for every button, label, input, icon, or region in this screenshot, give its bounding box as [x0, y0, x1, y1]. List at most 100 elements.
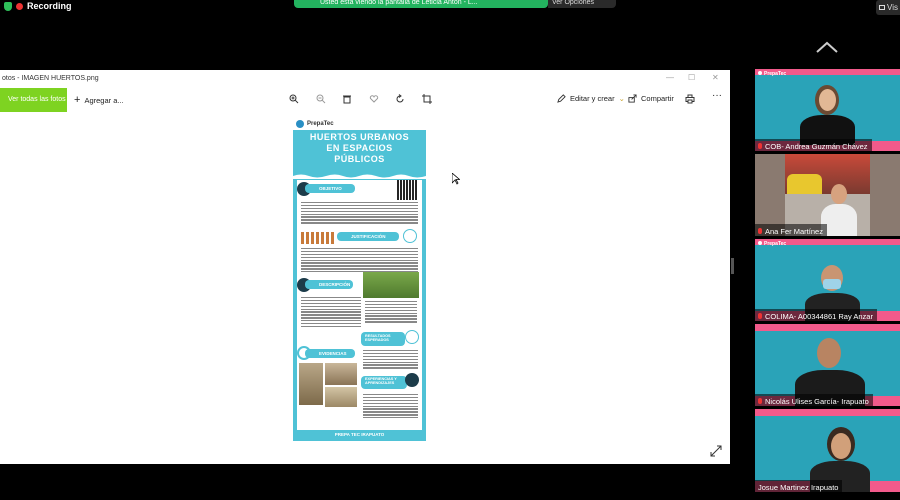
participant-name-tag: COLIMA- A00344861 Ray Anzar	[755, 309, 877, 321]
objetivo-text	[301, 202, 418, 225]
participant-tile[interactable]: Ana Fer Martínez	[755, 154, 900, 236]
zoom-top-bar: Recording Usted está viendo la pantalla …	[0, 0, 900, 15]
face-mask	[823, 279, 841, 289]
poster-title-line-1: HUERTOS URBANOS	[309, 132, 410, 142]
add-to-label: Agregar a...	[84, 95, 124, 105]
section-experiencias: EXPERIENCIAS Y APRENDIZAJES	[361, 376, 407, 389]
materials-list	[365, 301, 417, 324]
fullscreen-icon[interactable]	[710, 445, 722, 457]
security-shield-icon[interactable]	[4, 1, 12, 11]
resultados-text	[363, 350, 418, 370]
edit-create-label: Editar y crear	[570, 94, 615, 103]
panel-resize-handle[interactable]	[731, 258, 734, 274]
participant-name: Nicolás Ulises García- Irapuato	[765, 396, 869, 406]
evidence-photo-1	[299, 363, 323, 405]
minimize-icon[interactable]: —	[666, 73, 674, 82]
viewer-toolbar: Ver todas las fotos + Agregar a... Edita…	[0, 86, 730, 112]
zoom-out-icon[interactable]	[316, 94, 326, 104]
close-icon[interactable]: ✕	[712, 73, 719, 82]
book-icon	[405, 373, 419, 387]
tile-brand: PrepaTec	[758, 241, 786, 247]
view-options-button[interactable]: Ver Opciones	[548, 0, 616, 8]
participant-name: Ana Fer Martínez	[765, 226, 823, 236]
participant-name: Josue Martinez Irapuato	[758, 482, 839, 492]
participant-name-tag: Ana Fer Martínez	[755, 224, 827, 236]
participant-face	[817, 338, 841, 368]
checklist-icon	[403, 229, 417, 243]
view-grid-icon	[879, 5, 885, 10]
brand-logo-icon	[758, 71, 762, 75]
add-to-button[interactable]: + Agregar a...	[74, 94, 124, 106]
participant-name-tag: Josue Martinez Irapuato	[755, 480, 843, 492]
muted-mic-icon	[758, 143, 762, 149]
see-all-photos-button[interactable]: Ver todas las fotos	[0, 88, 67, 112]
crop-icon[interactable]	[422, 94, 432, 104]
experiencias-text	[363, 394, 418, 420]
poster-title: HUERTOS URBANOS EN ESPACIOS PÚBLICOS	[293, 132, 426, 165]
edit-create-button[interactable]: Editar y crear ⌄	[557, 94, 625, 103]
poster-title-line-2: EN ESPACIOS	[326, 143, 393, 153]
participant-tile[interactable]: PrepaTec COB- Andrea Guzmán Chávez	[755, 69, 900, 151]
tile-brand-label: PrepaTec	[764, 241, 787, 247]
participant-name-tag: Nicolás Ulises García- Irapuato	[755, 394, 873, 406]
evidence-photo-2	[325, 363, 357, 385]
prepatec-logo-icon	[296, 120, 304, 128]
chevron-down-icon: ⌄	[618, 94, 625, 103]
participant-face	[831, 433, 851, 459]
favorite-heart-icon[interactable]	[369, 94, 379, 104]
tile-brand-label: PrepaTec	[764, 71, 787, 77]
chevron-up-icon[interactable]	[815, 40, 839, 54]
maximize-icon[interactable]: ☐	[688, 73, 695, 82]
edit-pencil-icon	[557, 94, 566, 103]
section-resultados: RESULTADOS ESPERADOS	[361, 332, 405, 346]
photo-viewer-window: otos - IMAGEN HUERTOS.png — ☐ ✕ Ver toda…	[0, 70, 730, 464]
section-evidencias: EVIDENCIAS	[305, 349, 355, 358]
mouse-cursor-icon	[452, 173, 460, 185]
recording-dot-icon	[16, 2, 23, 10]
print-icon[interactable]	[685, 94, 695, 104]
participant-tile-active-speaker[interactable]: Josue Martinez Irapuato	[755, 409, 900, 492]
justificacion-text	[301, 248, 418, 274]
zoom-in-icon[interactable]	[289, 94, 299, 104]
delete-icon[interactable]	[342, 94, 352, 104]
seedlings-image	[301, 232, 335, 244]
tile-brand: PrepaTec	[758, 71, 786, 77]
section-justificacion: JUSTIFICACIÓN	[337, 232, 399, 241]
poster-body: OBJETIVO JUSTIFICACIÓN DESCRIPCIÓN RESUL…	[297, 180, 422, 430]
view-toggle-button[interactable]: Vis	[876, 0, 900, 15]
muted-mic-icon	[758, 313, 762, 319]
plus-icon: +	[74, 94, 81, 106]
muted-mic-icon	[758, 398, 762, 404]
participant-name-tag: COB- Andrea Guzmán Chávez	[755, 139, 872, 151]
recording-indicator[interactable]: Recording	[4, 1, 72, 11]
participant-tile[interactable]: Nicolás Ulises García- Irapuato	[755, 324, 900, 406]
wave-divider	[293, 174, 426, 179]
share-icon	[628, 94, 637, 103]
evidence-photo-3	[325, 387, 357, 407]
infographic-image: PrepaTec HUERTOS URBANOS EN ESPACIOS PÚB…	[293, 118, 426, 441]
participant-face	[819, 89, 836, 111]
more-options-icon[interactable]: ···	[712, 90, 722, 101]
recording-label: Recording	[27, 1, 72, 11]
muted-mic-icon	[758, 228, 762, 234]
brand-logo-icon	[758, 241, 762, 245]
section-objetivo: OBJETIVO	[305, 184, 355, 193]
section-descripcion: DESCRIPCIÓN	[305, 280, 353, 289]
window-title: otos - IMAGEN HUERTOS.png	[0, 70, 730, 86]
poster-brand: PrepaTec	[293, 118, 426, 130]
document-icon	[405, 330, 419, 344]
screen-share-banner: Usted está viendo la pantalla de Leticia…	[294, 0, 548, 8]
share-button[interactable]: Compartir	[628, 94, 674, 103]
participant-name: COB- Andrea Guzmán Chávez	[765, 141, 868, 151]
poster-footer: PREPA TEC IRAPUATO	[293, 430, 426, 441]
poster-footer-text: PREPA TEC IRAPUATO	[334, 432, 385, 437]
plants-image	[363, 272, 419, 298]
participant-tile[interactable]: PrepaTec COLIMA- A00344861 Ray Anzar	[755, 239, 900, 321]
participant-face	[831, 184, 847, 204]
rotate-icon[interactable]	[395, 94, 405, 104]
descripcion-text	[301, 297, 361, 329]
share-label: Compartir	[641, 94, 674, 103]
poster-title-line-3: PÚBLICOS	[334, 154, 385, 164]
qr-code	[397, 180, 417, 200]
participant-name: COLIMA- A00344861 Ray Anzar	[765, 311, 873, 321]
